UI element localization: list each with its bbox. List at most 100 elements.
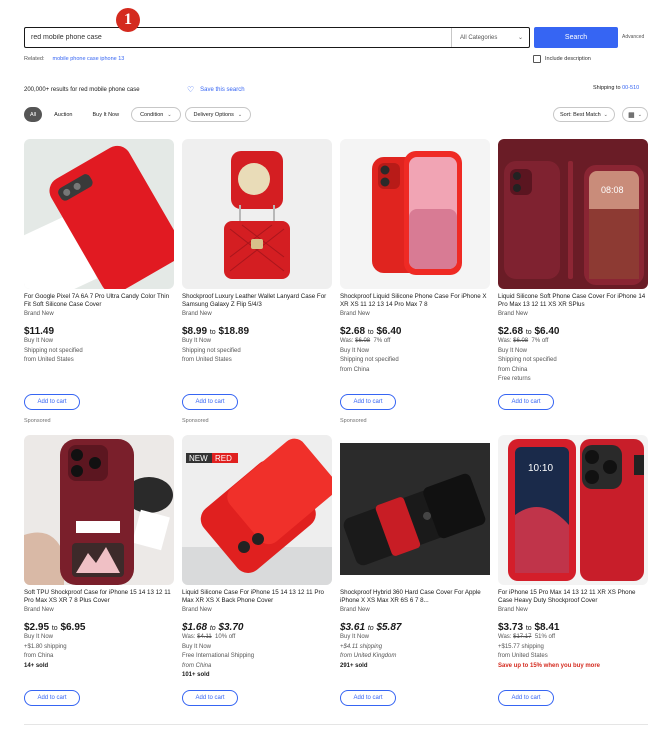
product-image[interactable] <box>24 139 174 289</box>
buy-format: Buy It Now <box>24 338 54 344</box>
location: from China <box>182 662 212 669</box>
grid-icon: ▦ <box>628 111 635 119</box>
product-card[interactable]: Soft TPU Shockproof Case for iPhone 15 1… <box>24 435 174 706</box>
product-card[interactable]: Shockproof Liquid Silicone Phone Case Fo… <box>340 139 490 424</box>
buy-format: Buy It Now <box>340 347 370 354</box>
add-to-cart-button[interactable]: Add to cart <box>24 394 80 410</box>
product-title[interactable]: Liquid Silicone Case For iPhone 15 14 13… <box>182 589 332 606</box>
shipping: Shipping not specified <box>24 347 83 354</box>
returns: Free returns <box>498 376 531 383</box>
product-image[interactable] <box>182 139 332 289</box>
product-condition: Brand New <box>340 607 370 613</box>
product-title[interactable]: Shockproof Liquid Silicone Phone Case Fo… <box>340 293 490 310</box>
results-count: 200,000+ results for red mobile phone ca… <box>24 87 140 93</box>
buy-format: Buy It Now <box>340 634 370 640</box>
buy-format: Buy It Now <box>182 338 212 344</box>
save-search-label: Save this search <box>200 86 245 93</box>
filter-bar: All Auction Buy It Now Condition ⌄ Deliv… <box>24 107 252 122</box>
related-searches: Related: mobile phone case iphone 13 <box>24 56 124 62</box>
product-card[interactable]: 10:10 For iPhone 15 Pro Max 14 13 12 11 … <box>498 435 648 706</box>
location: from United Kingdom <box>340 653 397 660</box>
add-to-cart-button[interactable]: Add to cart <box>498 690 554 706</box>
product-title[interactable]: Shockproof Luxury Leather Wallet Lanyard… <box>182 293 332 310</box>
search-input[interactable] <box>25 28 451 47</box>
filter-buy-it-now[interactable]: Buy It Now <box>84 107 127 122</box>
product-title[interactable]: For iPhone 15 Pro Max 14 13 12 11 XR XS … <box>498 589 648 606</box>
shipping: +$15.77 shipping <box>498 643 544 650</box>
search-button[interactable]: Search <box>534 27 618 48</box>
add-to-cart-button[interactable]: Add to cart <box>340 394 396 410</box>
product-title[interactable]: Shockproof Hybrid 360 Hard Case Cover Fo… <box>340 589 490 606</box>
related-label: Related: <box>24 56 45 62</box>
ship-to: Shipping to 00-510 <box>593 85 639 91</box>
location: from United States <box>24 357 74 364</box>
add-to-cart-button[interactable]: Add to cart <box>182 394 238 410</box>
add-to-cart-button[interactable]: Add to cart <box>340 690 396 706</box>
location: from China <box>340 366 370 373</box>
shipping: Shipping not specified <box>340 357 399 364</box>
product-card[interactable]: NEW RED Liquid Silicone Case For iPhone … <box>182 435 332 706</box>
heart-icon: ♡ <box>187 85 195 94</box>
product-condition: Brand New <box>340 311 370 317</box>
product-card[interactable]: Shockproof Luxury Leather Wallet Lanyard… <box>182 139 332 424</box>
product-condition: Brand New <box>182 311 212 317</box>
related-link[interactable]: mobile phone case iphone 13 <box>53 56 125 62</box>
location: from China <box>24 653 54 660</box>
product-title[interactable]: Liquid Silicone Soft Phone Case Cover Fo… <box>498 293 648 310</box>
ship-to-location[interactable]: 00-510 <box>622 85 639 91</box>
category-label: All Categories <box>460 34 498 41</box>
product-price: $8.99 to $18.89 <box>182 326 250 337</box>
shipping: +$4.11 shipping <box>340 643 383 650</box>
include-description[interactable]: Include description <box>533 55 591 63</box>
product-image[interactable] <box>340 139 490 289</box>
product-card[interactable]: For Google Pixel 7A 6A 7 Pro Ultra Candy… <box>24 139 174 424</box>
sort-dropdown[interactable]: Sort: Best Match ⌄ <box>553 107 615 122</box>
product-condition: Brand New <box>498 311 528 317</box>
view-toggle[interactable]: ▦ ⌄ <box>622 107 648 122</box>
chevron-down-icon: ⌄ <box>517 35 523 41</box>
was-price: Was: $4.11 10% off <box>182 634 236 640</box>
category-select[interactable]: All Categories ⌄ <box>451 28 529 47</box>
filter-condition-label: Condition <box>140 111 164 118</box>
product-card[interactable]: 08:08 Liquid Silicone Soft Phone Case Co… <box>498 139 648 410</box>
add-to-cart-button[interactable]: Add to cart <box>24 690 80 706</box>
svg-text:08:08: 08:08 <box>601 185 624 195</box>
product-title[interactable]: For Google Pixel 7A 6A 7 Pro Ultra Candy… <box>24 293 174 310</box>
shipping: Shipping not specified <box>498 357 557 364</box>
filter-auction[interactable]: Auction <box>46 107 80 122</box>
search-bar: All Categories ⌄ <box>24 27 530 48</box>
add-to-cart-button[interactable]: Add to cart <box>182 690 238 706</box>
step-marker: 1 <box>116 8 140 32</box>
sold-count: 101+ sold <box>182 672 210 679</box>
checkbox-icon[interactable] <box>533 55 541 63</box>
save-search-button[interactable]: ♡ Save this search <box>187 85 245 94</box>
buy-format: Buy It Now <box>498 347 528 354</box>
advanced-link[interactable]: Advanced <box>622 34 644 40</box>
sponsored-label: Sponsored <box>182 418 209 424</box>
filter-delivery-label: Delivery Options <box>193 111 234 118</box>
product-image[interactable]: NEW RED <box>182 435 332 585</box>
product-card[interactable]: Shockproof Hybrid 360 Hard Case Cover Fo… <box>340 435 490 706</box>
filter-condition[interactable]: Condition ⌄ <box>131 107 181 122</box>
product-condition: Brand New <box>498 607 528 613</box>
was-price: Was: $6.08 7% off <box>498 338 549 344</box>
sold-count: 291+ sold <box>340 662 368 669</box>
product-price: $3.73 to $8.41 <box>498 622 560 633</box>
product-price: $3.61 to $5.87 <box>340 622 402 633</box>
buy-format: Buy It Now <box>182 643 212 650</box>
filter-delivery-options[interactable]: Delivery Options ⌄ <box>184 107 252 122</box>
sponsored-label: Sponsored <box>340 418 367 424</box>
badge-red: RED <box>215 454 232 463</box>
product-title[interactable]: Soft TPU Shockproof Case for iPhone 15 1… <box>24 589 174 606</box>
product-image[interactable] <box>24 435 174 585</box>
shipping: Free International Shipping <box>182 653 255 660</box>
product-image[interactable]: 08:08 <box>498 139 648 289</box>
product-image[interactable]: 10:10 <box>498 435 648 585</box>
product-image[interactable] <box>340 435 490 585</box>
svg-text:10:10: 10:10 <box>528 463 553 474</box>
product-price: $11.49 <box>24 326 55 337</box>
add-to-cart-button[interactable]: Add to cart <box>498 394 554 410</box>
filter-all[interactable]: All <box>24 107 43 122</box>
buy-format: Buy It Now <box>24 634 54 640</box>
sponsored-label: Sponsored <box>24 418 51 424</box>
